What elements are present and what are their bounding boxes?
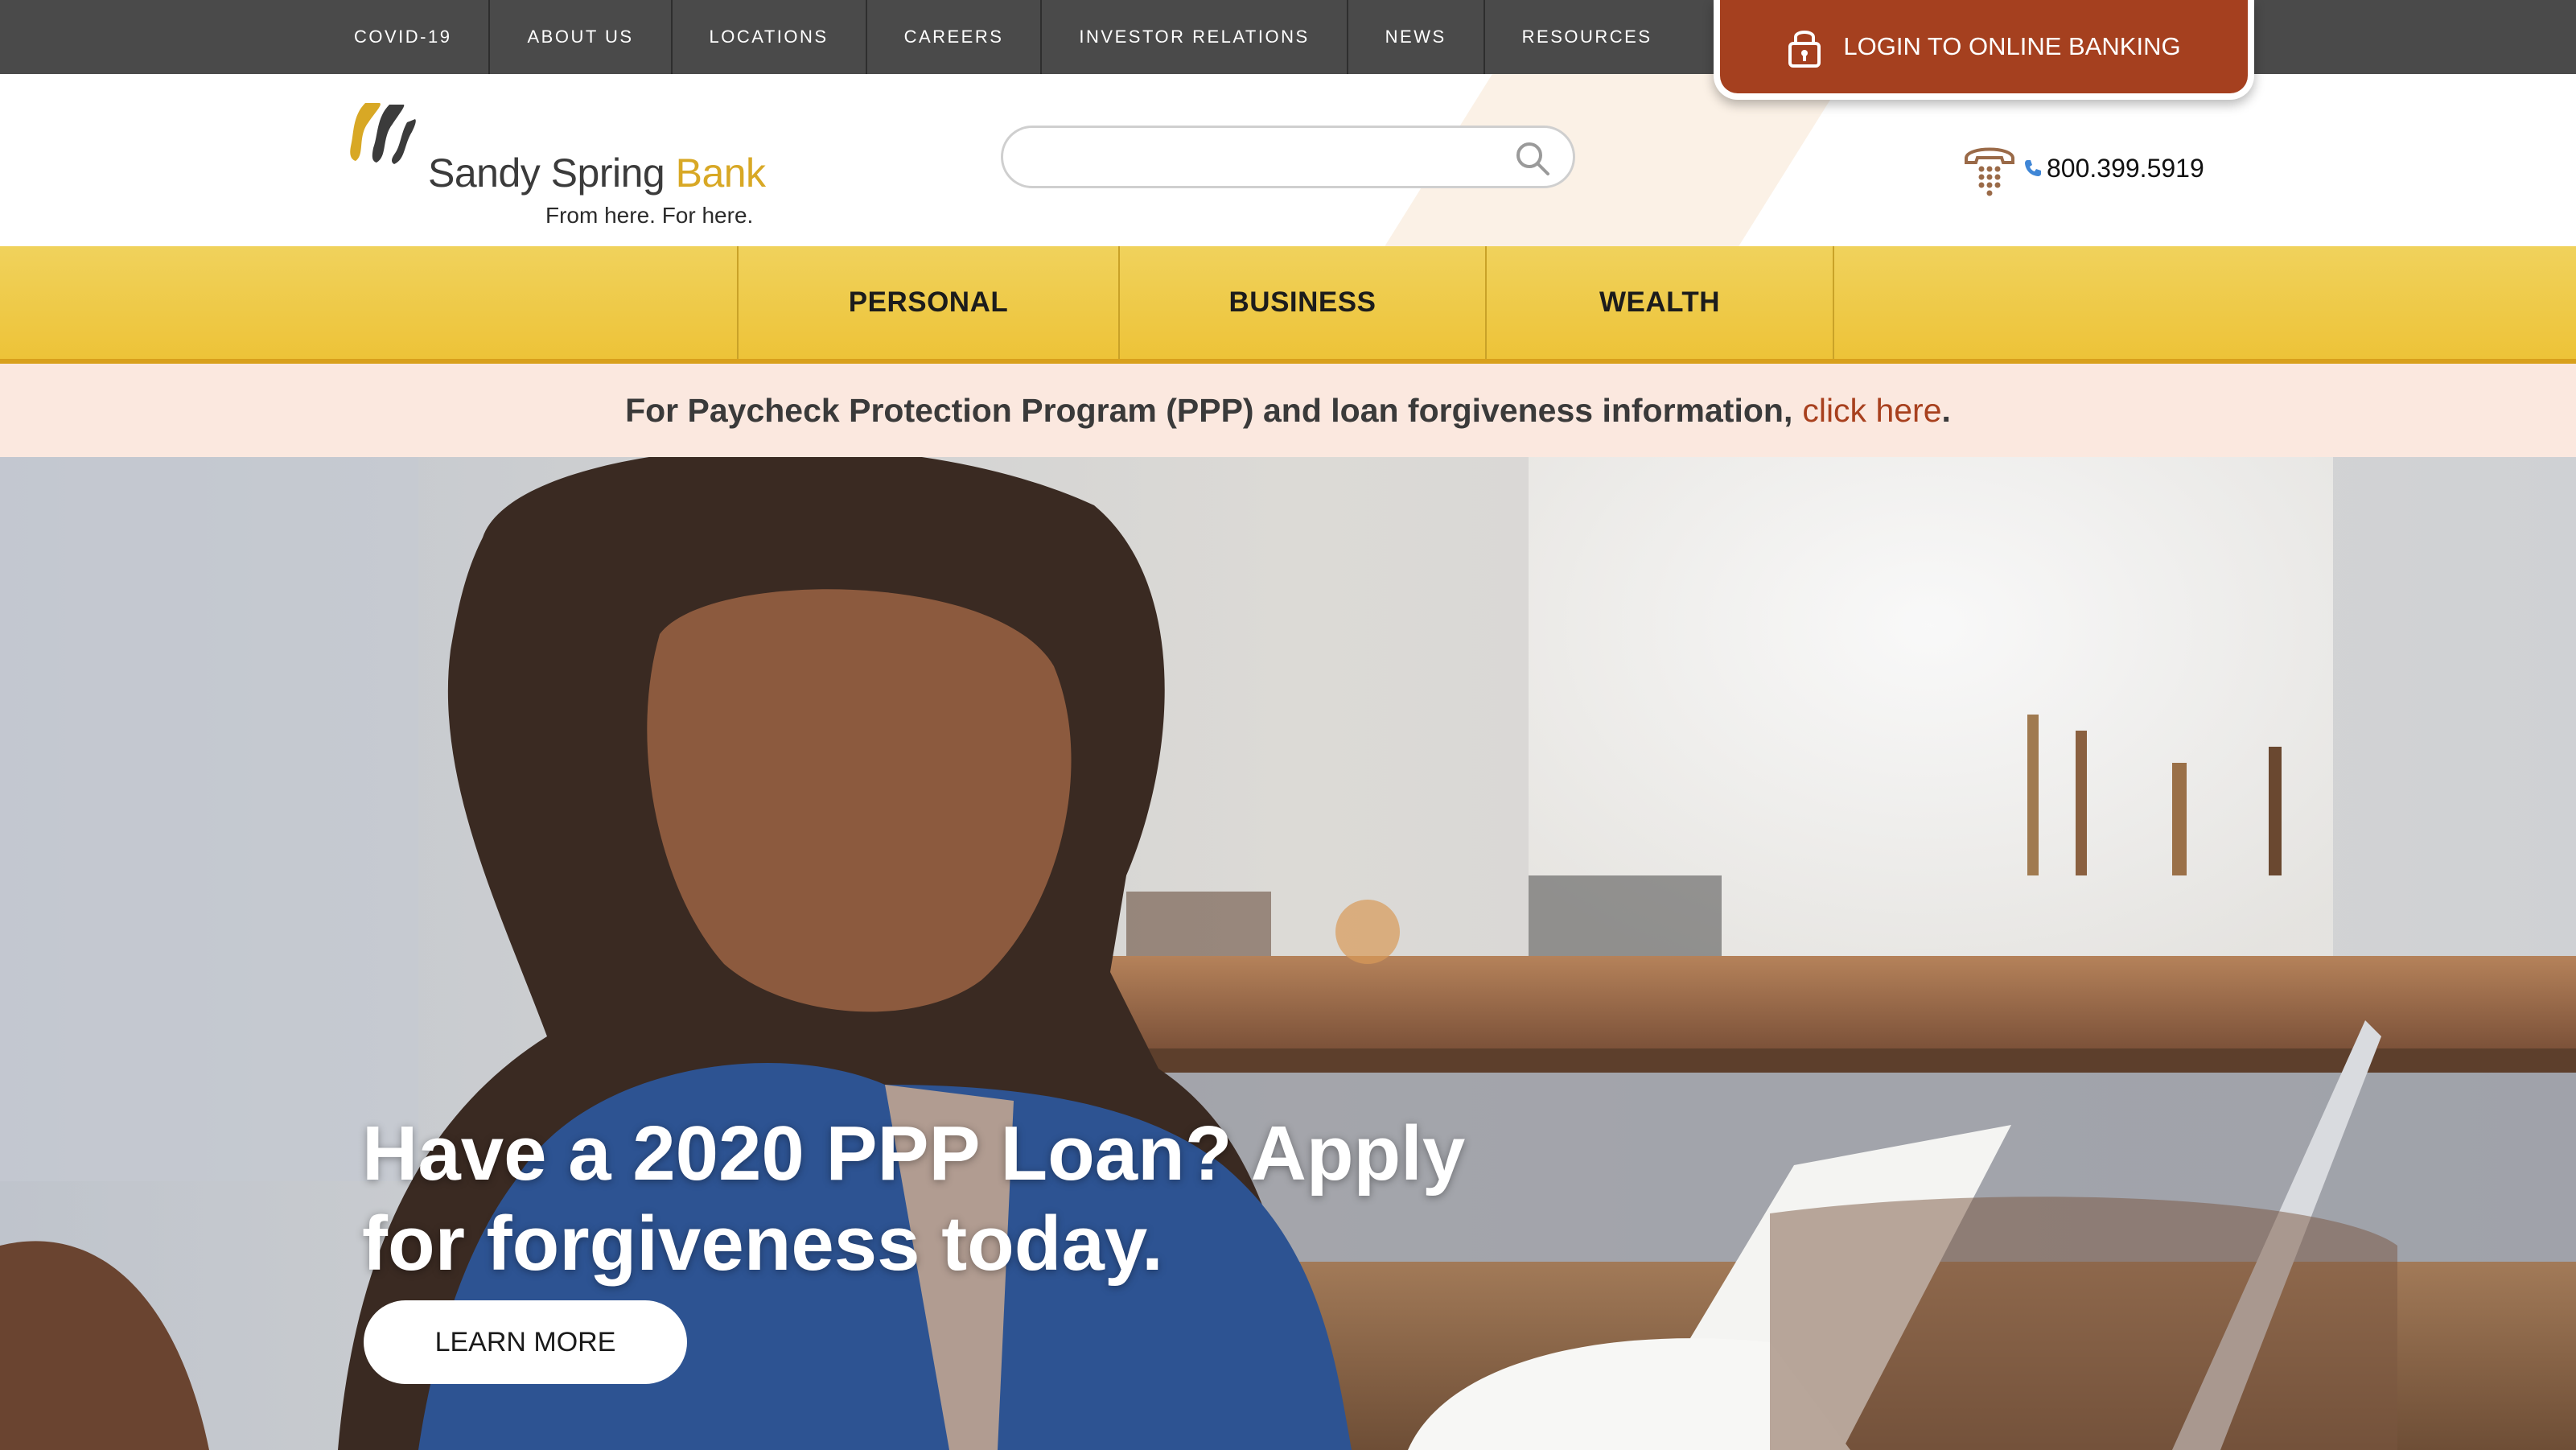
hero-headline: Have a 2020 PPP Loan? Apply for forgiven… [362,1109,1488,1289]
utility-nav-resources[interactable]: RESOURCES [1485,0,1689,74]
hero-banner: Have a 2020 PPP Loan? Apply for forgiven… [0,457,2576,1450]
main-nav-personal[interactable]: PERSONAL [737,246,1118,359]
hero-photo-woman-reviewing-papers [0,457,2576,1450]
page: COVID-19 ABOUT US LOCATIONS CAREERS INVE… [0,0,2576,1450]
login-button-label: LOGIN TO ONLINE BANKING [1843,32,2181,60]
main-nav: PERSONAL BUSINESS WEALTH [0,246,2576,364]
search-box [1001,126,1575,188]
utility-nav: COVID-19 ABOUT US LOCATIONS CAREERS INVE… [338,0,1689,74]
hero-headline-line-1: Have a 2020 PPP Loan? Apply [362,1110,1466,1197]
alert-click-here-link[interactable]: click here [1802,392,1941,430]
phone-number[interactable]: 800.399.5919 [2047,154,2204,183]
utility-nav-news[interactable]: NEWS [1348,0,1485,74]
phone-contact: 800.399.5919 [1960,140,2204,196]
utility-nav-careers[interactable]: CAREERS [867,0,1043,74]
brand-name: Sandy Spring Bank [428,150,766,196]
utility-nav-about-us[interactable]: ABOUT US [490,0,673,74]
search-input[interactable] [1027,136,1494,178]
hero-headline-line-2: for forgiveness today. [362,1201,1163,1287]
main-nav-items: PERSONAL BUSINESS WEALTH [737,246,1834,359]
login-online-banking-button[interactable]: LOGIN TO ONLINE BANKING [1714,0,2254,100]
brand-tagline: From here. For here. [545,203,754,228]
phone-handset-icon [2025,160,2041,176]
lock-icon [1788,31,1821,68]
site-header: Sandy Spring Bank From here. For here. 8… [0,74,2576,246]
brand-name-accent: Bank [675,150,766,196]
brand-name-main: Sandy Spring [428,150,676,196]
utility-nav-locations[interactable]: LOCATIONS [673,0,867,74]
search-icon[interactable] [1513,139,1552,178]
utility-nav-investor-relations[interactable]: INVESTOR RELATIONS [1042,0,1348,74]
alert-suffix: . [1941,391,1951,429]
telephone-icon [1965,147,2014,196]
logo-mark-icon [350,103,416,164]
learn-more-button[interactable]: LEARN MORE [364,1300,687,1384]
main-nav-wealth[interactable]: WEALTH [1485,246,1834,359]
main-nav-business[interactable]: BUSINESS [1118,246,1485,359]
brand-logo[interactable]: Sandy Spring Bank From here. For here. [348,98,766,228]
alert-text: For Paycheck Protection Program (PPP) an… [625,391,1793,429]
utility-nav-covid[interactable]: COVID-19 [338,0,491,74]
ppp-alert-banner: For Paycheck Protection Program (PPP) an… [0,364,2576,457]
